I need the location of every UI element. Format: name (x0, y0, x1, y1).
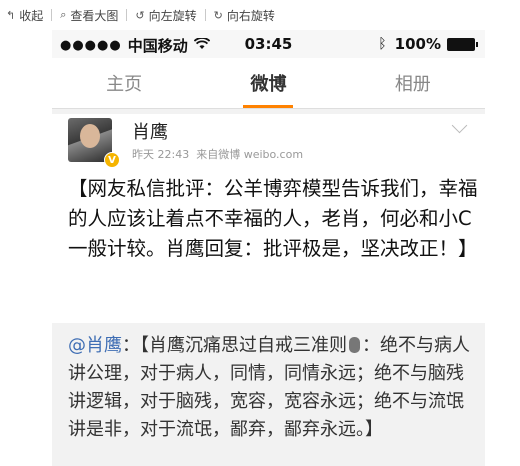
chevron-down-icon[interactable] (451, 117, 468, 134)
carrier-name: 中国移动 (127, 37, 188, 55)
toolbar-divider (204, 9, 206, 21)
rotate-right-icon: ↻ (213, 8, 223, 22)
rotate-left-icon: ↺ (135, 8, 145, 22)
magnifier-icon: ⌕ (60, 8, 67, 21)
battery-percent: 100% (394, 35, 441, 53)
post-time: 昨天 22:43 (132, 148, 190, 161)
toolbar-divider (51, 9, 53, 21)
repost-text-part1: ：【肖鹰沉痛思过自戒三准则 (122, 335, 347, 356)
collapse-icon: ↰ (6, 8, 16, 22)
collapse-button[interactable]: ↰ 收起 (0, 0, 49, 30)
post-meta: 昨天 22:43 来自微博 weibo.com (132, 146, 303, 162)
post-source: 来自微博 weibo.com (196, 148, 304, 161)
phone-screenshot: ●●●●● 中国移动 03:45 ᛒ 100% 主页 微博 相册 V 肖鹰 昨天… (52, 30, 485, 466)
tab-album[interactable]: 相册 (341, 58, 485, 108)
rotate-right-button[interactable]: ↻ 向右旋转 (208, 0, 281, 30)
image-viewer-toolbar: ↰ 收起 ⌕ 查看大图 ↺ 向左旋转 ↻ 向右旋转 (0, 0, 520, 30)
retweeted-post: @肖鹰：【肖鹰沉痛思过自戒三准则 ：绝不与病人讲公理，对于病人，同情，同情永远；绝… (52, 326, 485, 466)
signal-icon: ●●●●● (60, 38, 122, 53)
post-card: V 肖鹰 昨天 22:43 来自微博 weibo.com 【网友私信批评：公羊博… (52, 114, 485, 323)
bluetooth-icon: ᛒ (378, 36, 387, 52)
status-bar: ●●●●● 中国移动 03:45 ᛒ 100% (52, 30, 485, 58)
repost-text: @肖鹰：【肖鹰沉痛思过自戒三准则 ：绝不与病人讲公理，对于病人，同情，同情永远；绝… (68, 332, 478, 444)
toolbar-divider (126, 9, 128, 21)
status-right: ᛒ 100% (378, 35, 478, 53)
rotate-left-label: 向左旋转 (148, 8, 197, 23)
tab-home[interactable]: 主页 (52, 58, 196, 108)
tab-weibo[interactable]: 微博 (196, 58, 340, 108)
repost-mention[interactable]: @肖鹰 (68, 335, 122, 356)
rotate-right-label: 向右旋转 (226, 8, 275, 23)
verified-badge-icon: V (104, 152, 120, 168)
collapse-label: 收起 (19, 8, 44, 23)
post-text: 【网友私信批评：公羊博弈模型告诉我们，幸福的人应该让着点不幸福的人，老肖，何必和… (68, 177, 478, 260)
status-left: ●●●●● 中国移动 (60, 35, 210, 56)
view-large-button[interactable]: ⌕ 查看大图 (54, 0, 124, 30)
battery-icon (447, 37, 478, 51)
post-author[interactable]: 肖鹰 (132, 118, 168, 144)
wifi-icon (193, 36, 210, 54)
avatar-face (80, 124, 100, 148)
rotate-left-button[interactable]: ↺ 向左旋转 (129, 0, 202, 30)
view-large-label: 查看大图 (70, 8, 119, 23)
profile-tabs: 主页 微博 相册 (52, 58, 485, 109)
microphone-icon (349, 337, 360, 353)
